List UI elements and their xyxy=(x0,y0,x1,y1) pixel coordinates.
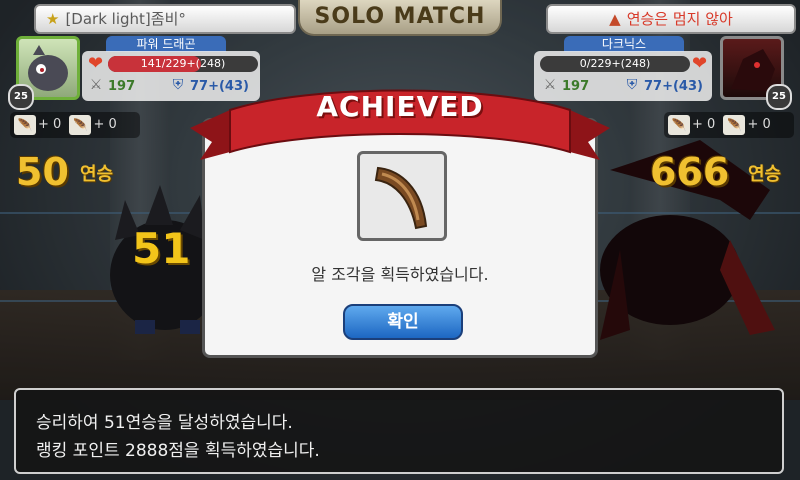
left-character-name: 파워 드래곤 xyxy=(106,36,226,52)
left-item-slots: 🪶 + 0 🪶 + 0 xyxy=(10,112,140,138)
right-hp-bar: 0/229+(248) xyxy=(540,56,690,72)
right-defense-value: 77+(43) xyxy=(644,79,703,94)
confirm-button[interactable]: 확인 xyxy=(343,304,463,340)
right-hp-text: 0/229+(248) xyxy=(579,57,651,70)
left-guild-name: [Dark light]좀비° xyxy=(65,10,186,28)
feather-item-icon: 🪶 xyxy=(69,115,92,135)
right-streak-suffix: 연승 xyxy=(748,164,782,185)
horn-item-icon: 🪶 xyxy=(14,115,36,135)
horn-item-icon: 🪶 xyxy=(668,115,690,135)
feather-item-icon: 🪶 xyxy=(723,115,746,135)
shield-icon: ⛨ xyxy=(172,77,184,93)
left-item2-count: + 0 xyxy=(93,117,117,132)
left-guild-bar: ★ [Dark light]좀비° xyxy=(34,4,296,34)
page-title: SOLO MATCH xyxy=(298,0,502,36)
left-streak-suffix: 연승 xyxy=(80,164,114,185)
left-level-badge: 25 xyxy=(8,84,34,110)
heart-icon: ❤ xyxy=(692,53,708,74)
right-item1-count: + 0 xyxy=(692,117,716,132)
dialog-message: 알 조각을 획득하였습니다. xyxy=(311,265,489,284)
left-hp-bar: 141/229+(248) xyxy=(108,56,258,72)
heart-icon: ❤ xyxy=(88,53,104,74)
reward-item-box xyxy=(357,151,447,241)
warning-triangle-icon: ▲ xyxy=(609,10,621,28)
message-line-2: 랭킹 포인트 2888점을 획득하였습니다. xyxy=(36,441,320,461)
combo-number: 51 xyxy=(132,224,191,273)
shield-icon: ⛨ xyxy=(626,77,638,93)
right-level-badge: 25 xyxy=(766,84,792,110)
crossed-swords-icon: ⚔ xyxy=(89,77,103,93)
right-item2-count: + 0 xyxy=(747,117,771,132)
right-status-name: 연승은 멈지 않아 xyxy=(626,10,733,28)
egg-fragment-icon xyxy=(374,166,428,230)
message-line-1: 승리하여 51연승을 달성하였습니다. xyxy=(36,413,293,433)
right-character-name: 다크닉스 xyxy=(564,36,684,52)
star-icon: ★ xyxy=(46,10,60,28)
right-item-slots: 🪶 + 0 🪶 + 0 xyxy=(664,112,794,138)
left-attack-value: 197 xyxy=(108,79,136,94)
left-streak-number: 50 xyxy=(16,150,69,194)
right-status-bar: ▲ 연승은 멈지 않아 xyxy=(546,4,796,34)
left-item1-count: + 0 xyxy=(38,117,62,132)
right-streak-number: 666 xyxy=(650,150,730,194)
achieved-banner-text: ACHIEVED xyxy=(316,90,484,123)
message-box: 승리하여 51연승을 달성하였습니다. 랭킹 포인트 2888점을 획득하였습니… xyxy=(14,388,784,474)
left-hp-text: 141/229+(248) xyxy=(140,57,226,70)
